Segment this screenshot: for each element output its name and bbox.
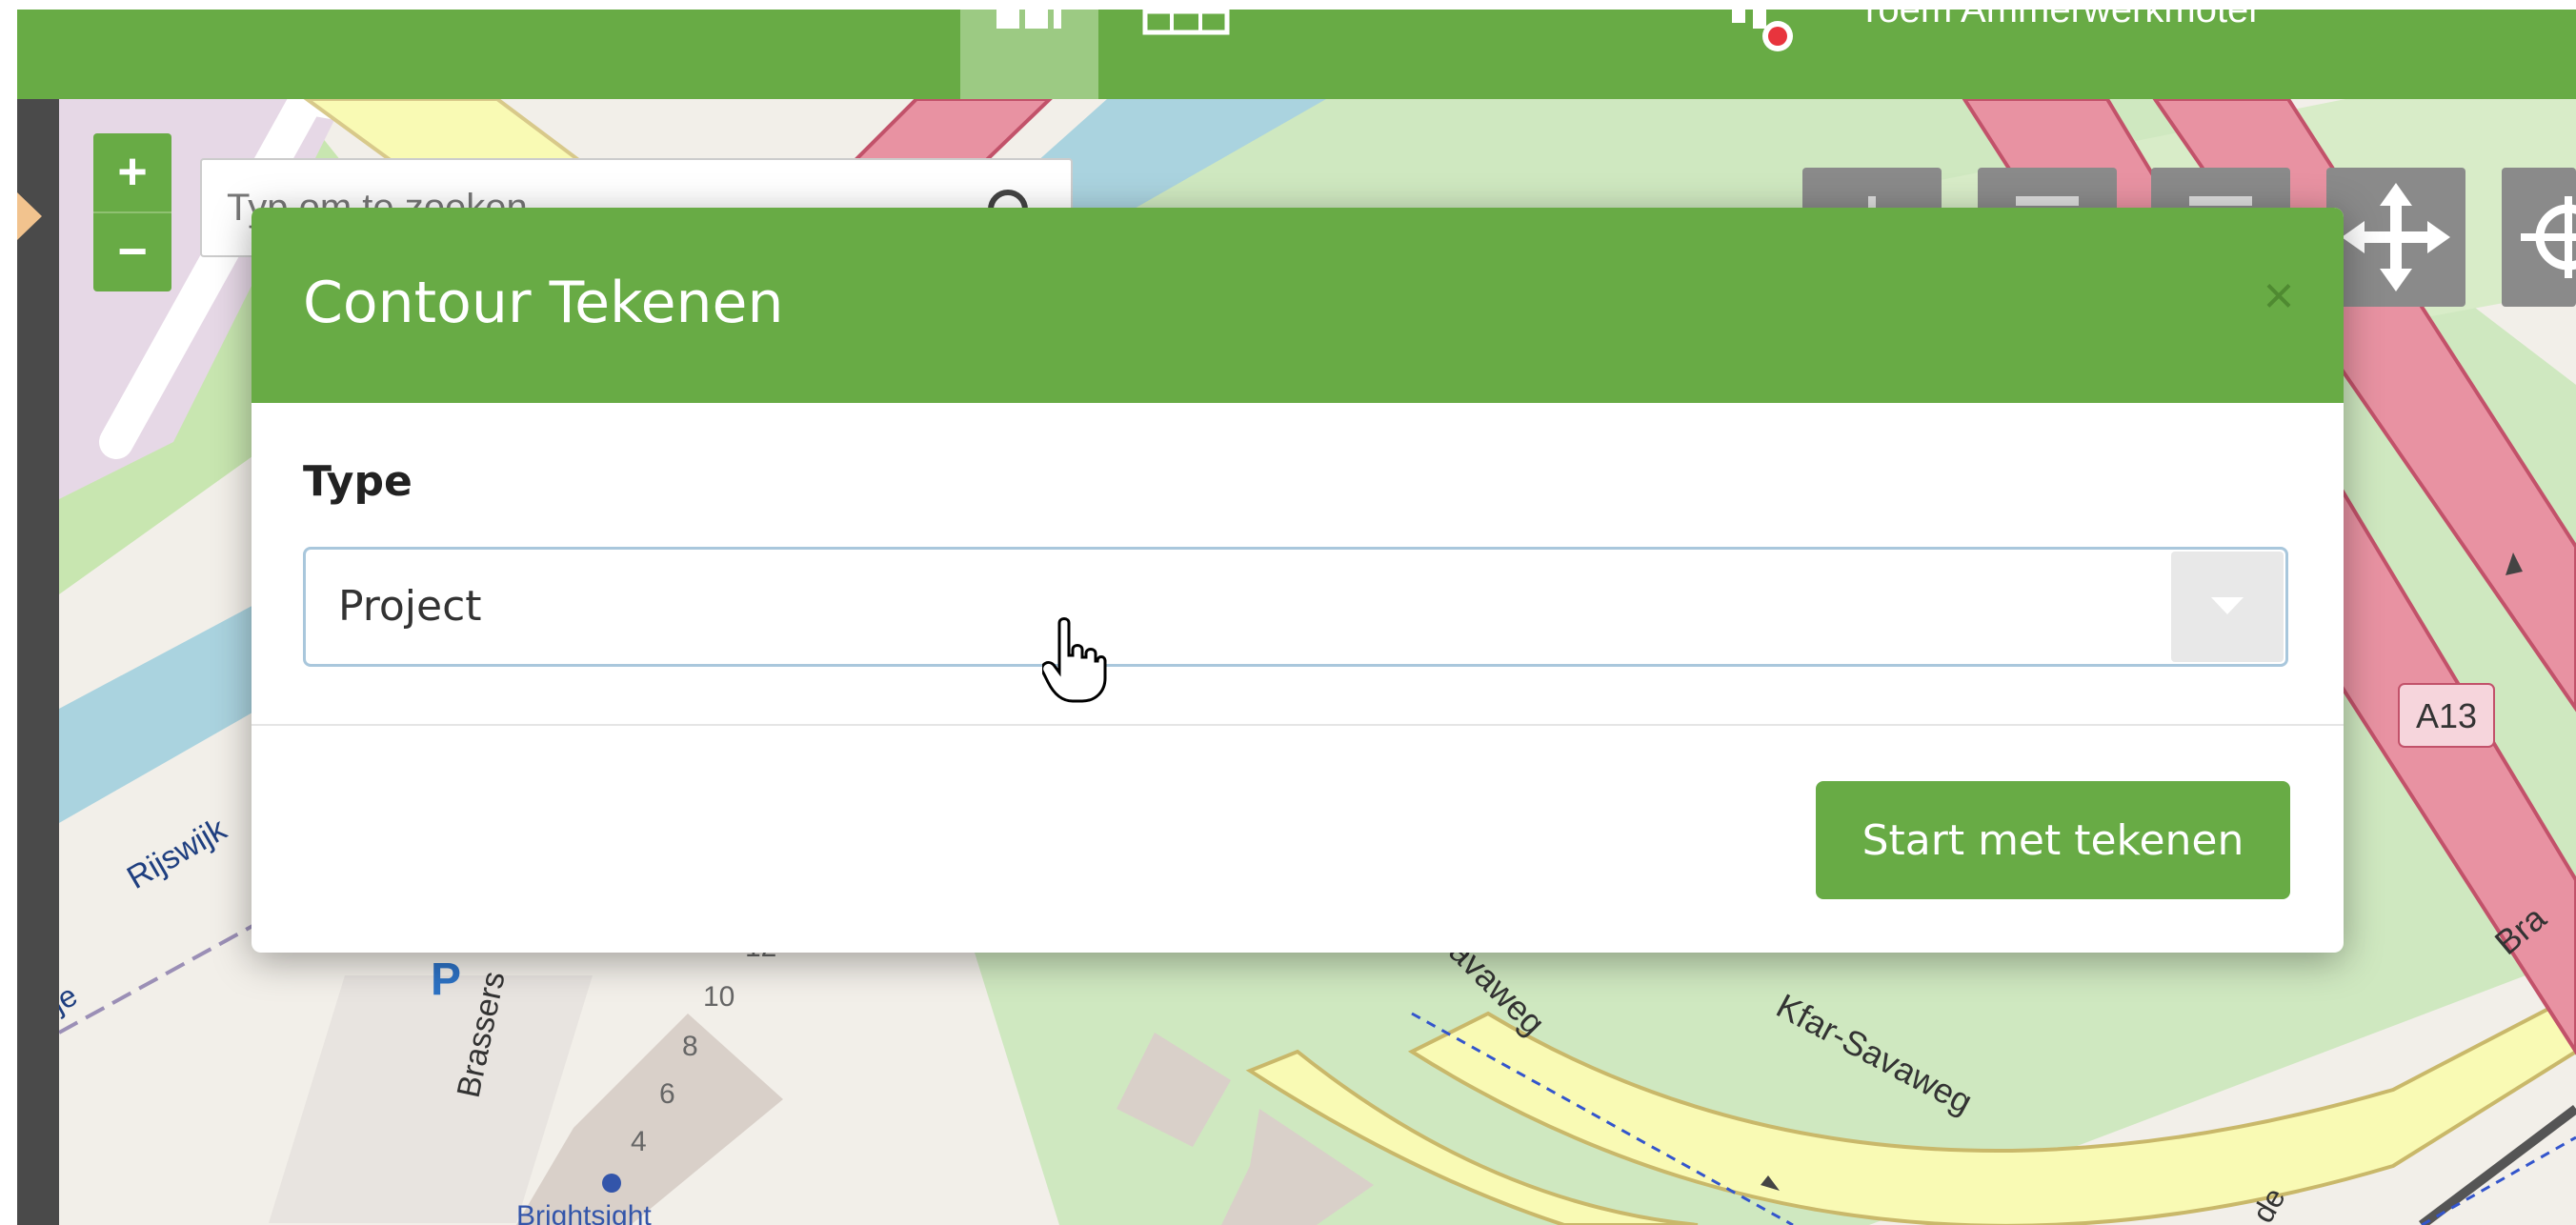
locate-button[interactable]: [2502, 168, 2576, 307]
pan-tool-button[interactable]: [2326, 168, 2465, 307]
map-pin-icon: [1732, 10, 1793, 51]
table-icon: [1142, 10, 1230, 35]
hand-cursor-icon: [1042, 617, 1107, 703]
chevron-down-icon: [2211, 597, 2244, 614]
dialog-title: Contour Tekenen: [303, 270, 784, 336]
house-number: 6: [659, 1078, 675, 1110]
type-select[interactable]: Project: [303, 547, 2288, 667]
sidebar-expand-icon: [17, 192, 42, 240]
close-button[interactable]: ×: [2250, 267, 2307, 324]
svg-text:A13: A13: [2416, 696, 2477, 735]
start-drawing-button[interactable]: Start met tekenen: [1816, 781, 2290, 899]
topbar-title: roem Ammerwerkmotel: [1865, 10, 2258, 30]
type-select-value: Project: [338, 582, 482, 631]
zoom-out-button[interactable]: −: [93, 211, 171, 291]
crosshair-icon: [2521, 196, 2576, 278]
dialog-header: Contour Tekenen ×: [252, 208, 2344, 403]
parking-icon: P: [431, 954, 461, 1005]
house-number: 8: [682, 1031, 698, 1062]
dropdown-toggle[interactable]: [2171, 552, 2284, 662]
tab-table-view[interactable]: [1128, 10, 1233, 38]
top-toolbar: roem Ammerwerkmotel: [17, 10, 2576, 99]
house-number: 10: [703, 981, 735, 1013]
house-number: 4: [631, 1126, 647, 1157]
close-icon: ×: [2263, 265, 2295, 325]
move-icon: [2342, 183, 2450, 291]
type-label: Type: [303, 457, 413, 506]
sidebar-toggle-strip[interactable]: [17, 99, 59, 1225]
zoom-control: + −: [93, 133, 171, 291]
poi-marker-icon: [602, 1174, 621, 1193]
road-badge-a13: A13: [2398, 683, 2495, 748]
zoom-in-button[interactable]: +: [93, 133, 171, 211]
grid-icon: [996, 10, 1061, 29]
app-root: roem Ammerwerkmotel A13 Rijswijk Brasser…: [0, 0, 2576, 1225]
poi-label-brightsight: Brightsight: [516, 1200, 652, 1225]
tab-map-view[interactable]: [960, 10, 1098, 99]
contour-dialog: Contour Tekenen × Type Project Start met…: [252, 208, 2344, 953]
dialog-divider: [252, 724, 2344, 726]
notification-icon[interactable]: [1722, 10, 1799, 57]
